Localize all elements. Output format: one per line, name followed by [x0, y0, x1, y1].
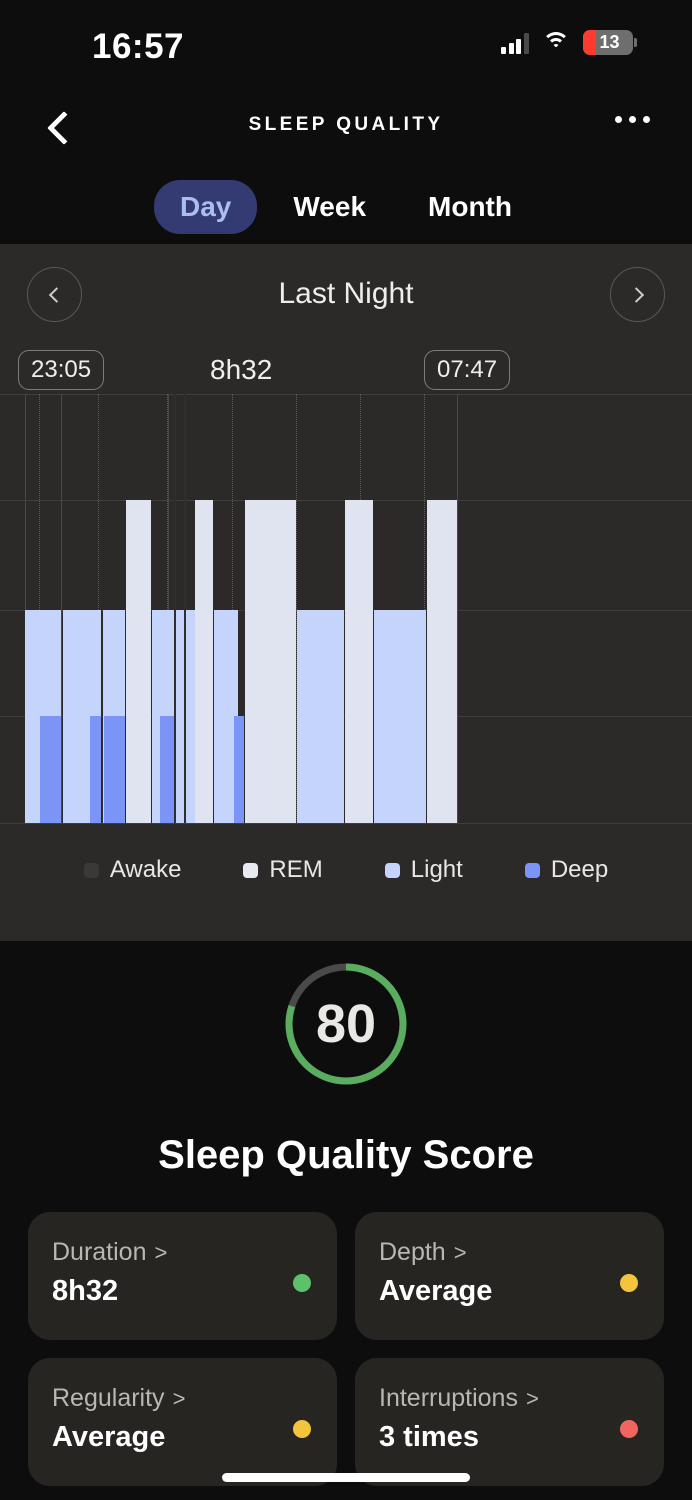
card-label-interruptions: Interruptions > [379, 1384, 640, 1413]
legend-swatch-light [384, 862, 400, 878]
more-options-icon[interactable] [615, 116, 650, 123]
hypnogram-segment-rem [245, 500, 296, 824]
status-clock: 16:57 [92, 27, 185, 66]
hypnogram-segment-rem [427, 500, 457, 824]
date-navigator: Last Night [0, 244, 692, 344]
card-label-regularity-text: Regularity [52, 1384, 165, 1412]
hypnogram-chart[interactable] [0, 394, 692, 824]
chart-baseline [0, 823, 692, 824]
hypnogram-segment-awake [184, 394, 186, 824]
card-label-depth-text: Depth [379, 1238, 446, 1266]
chart-legend: Awake REM Light Deep [0, 824, 692, 916]
cellular-signal-icon [501, 32, 529, 54]
status-dot-depth [620, 1274, 638, 1292]
chevron-right-icon: > [453, 1239, 467, 1265]
tab-week[interactable]: Week [267, 180, 392, 234]
legend-item-light: Light [384, 856, 463, 884]
legend-swatch-rem [243, 862, 259, 878]
legend-label-awake: Awake [109, 856, 182, 883]
nav-bar: SLEEP QUALITY [0, 92, 692, 170]
legend-swatch-awake [83, 862, 99, 878]
hypnogram-segment-rem [126, 500, 151, 824]
chevron-right-icon: > [154, 1239, 168, 1265]
score-section: 80 [0, 941, 692, 1141]
time-range-row: 23:05 8h32 07:47 [0, 344, 692, 396]
wifi-icon [541, 32, 570, 53]
hypnogram-segment-awake [174, 394, 176, 824]
card-regularity[interactable]: Regularity > Average [28, 1358, 337, 1486]
status-dot-regularity [293, 1420, 311, 1438]
legend-label-rem: REM [269, 856, 323, 883]
sleep-end-time: 07:47 [424, 350, 511, 390]
card-duration[interactable]: Duration > 8h32 [28, 1212, 337, 1340]
card-label-depth: Depth > [379, 1238, 640, 1267]
status-dot-duration [293, 1274, 311, 1292]
hypnogram-segment-deep [40, 716, 61, 824]
legend-swatch-deep [524, 862, 540, 878]
hypnogram-segment-deep [104, 716, 125, 824]
sleep-duration-label: 8h32 [210, 354, 273, 385]
period-tabs: Day Week Month [0, 170, 692, 244]
chevron-right-icon: > [525, 1385, 539, 1411]
date-label: Last Night [278, 277, 414, 310]
hypnogram-segment-deep [160, 716, 174, 824]
card-depth[interactable]: Depth > Average [355, 1212, 664, 1340]
tab-month[interactable]: Month [402, 180, 538, 234]
metric-cards: Duration > 8h32 Depth > Average Regulari… [0, 1178, 692, 1486]
chevron-right-icon[interactable] [610, 267, 665, 322]
legend-item-rem: REM [243, 856, 323, 884]
card-label-interruptions-text: Interruptions [379, 1384, 518, 1412]
battery-tip [634, 38, 637, 47]
legend-label-light: Light [410, 856, 463, 883]
card-label-regularity: Regularity > [52, 1384, 313, 1413]
tab-day[interactable]: Day [154, 180, 258, 234]
home-indicator[interactable] [222, 1473, 470, 1482]
card-value-duration: 8h32 [52, 1275, 119, 1307]
hypnogram-bars [0, 394, 692, 824]
legend-item-awake: Awake [83, 856, 182, 884]
sleep-quality-screen: 16:57 13 SLEEP QUALITY Day Week Month La… [0, 0, 692, 1500]
score-value: 80 [315, 994, 377, 1054]
legend-item-deep: Deep [524, 856, 609, 884]
status-indicators: 13 [501, 30, 637, 55]
hypnogram-segment-deep [234, 716, 244, 824]
hypnogram-segment-light [297, 610, 344, 824]
battery-percent: 13 [599, 32, 620, 52]
hypnogram-segment-rem [195, 500, 213, 824]
card-value-depth: Average [379, 1275, 493, 1307]
card-interruptions[interactable]: Interruptions > 3 times [355, 1358, 664, 1486]
sleep-start-time: 23:05 [18, 350, 105, 390]
card-label-duration: Duration > [52, 1238, 313, 1267]
sleep-chart-panel: Last Night 23:05 8h32 07:47 Awake REM Li… [0, 244, 692, 941]
chevron-right-icon: > [172, 1385, 186, 1411]
legend-label-deep: Deep [550, 856, 609, 883]
status-bar: 16:57 13 [0, 0, 692, 92]
hypnogram-segment-rem [345, 500, 373, 824]
battery-icon: 13 [582, 30, 637, 55]
status-dot-interruptions [620, 1420, 638, 1438]
card-value-regularity: Average [52, 1421, 166, 1453]
score-ring: 80 [281, 959, 411, 1089]
card-value-interruptions: 3 times [379, 1421, 479, 1453]
page-title: SLEEP QUALITY [248, 114, 444, 135]
card-label-duration-text: Duration [52, 1238, 147, 1266]
hypnogram-segment-deep [90, 716, 101, 824]
hypnogram-segment-light [374, 610, 426, 824]
